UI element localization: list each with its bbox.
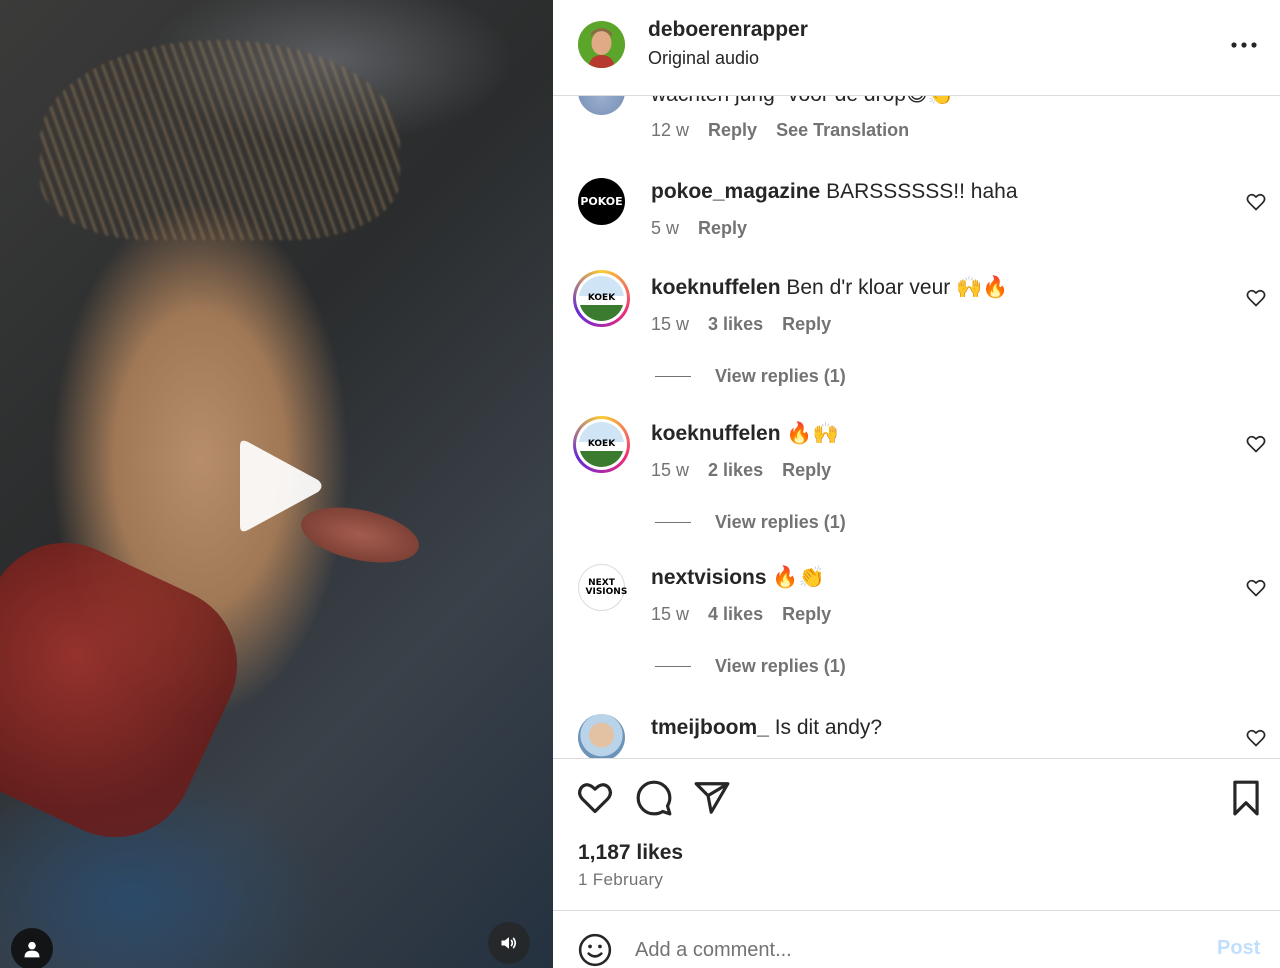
comment-body: pokoe_magazine BARSSSSSS!! haha bbox=[651, 180, 1018, 204]
comment-body: koeknuffelen 🔥🙌 bbox=[651, 422, 839, 446]
avatar-badge-text: POKOE bbox=[580, 195, 623, 208]
like-button-heart-icon[interactable] bbox=[576, 779, 614, 817]
comment-meta: 15 w 3 likes Reply bbox=[651, 314, 845, 335]
comment-meta: 15 w 4 likes Reply bbox=[651, 604, 845, 625]
comment-time: 5 w bbox=[651, 218, 680, 238]
comment-username[interactable]: koeknuffelen bbox=[651, 422, 781, 445]
like-comment-heart-icon[interactable] bbox=[1246, 288, 1266, 308]
commenter-avatar-story-ring[interactable]: KOEK bbox=[573, 416, 630, 473]
user-icon bbox=[24, 941, 40, 958]
comment-meta: 12 w Reply See Translation bbox=[651, 120, 923, 141]
comment-meta: 5 w Reply bbox=[651, 218, 761, 239]
emoji-icon[interactable] bbox=[578, 933, 612, 967]
post-date: 1 February bbox=[578, 870, 664, 889]
commenter-avatar[interactable]: NEXT VISIONS bbox=[578, 564, 628, 611]
audio-link[interactable]: Original audio bbox=[648, 48, 759, 69]
author-avatar[interactable] bbox=[578, 21, 625, 68]
more-options-button[interactable] bbox=[1229, 30, 1259, 60]
commenter-avatar[interactable] bbox=[578, 96, 625, 115]
view-replies-button[interactable]: View replies (1) bbox=[655, 656, 846, 677]
comment-time: 15 w bbox=[651, 460, 690, 480]
reply-button[interactable]: Reply bbox=[782, 604, 831, 624]
comment-text: wachten jung "voor de drop😅👏 bbox=[651, 96, 954, 107]
view-replies-button[interactable]: View replies (1) bbox=[655, 512, 846, 533]
comment-username[interactable]: pokoe_magazine bbox=[651, 180, 820, 203]
more-icon bbox=[1231, 42, 1257, 48]
avatar-badge-text: NEXT VISIONS bbox=[585, 577, 628, 597]
comment-time: 12 w bbox=[651, 120, 690, 140]
comment-likes[interactable]: 3 likes bbox=[708, 314, 763, 334]
share-button-send-icon[interactable] bbox=[693, 779, 731, 817]
replies-divider bbox=[655, 666, 691, 667]
comment-meta: 15 w 2 likes Reply bbox=[651, 460, 845, 481]
play-icon bbox=[240, 440, 322, 532]
comment-text: 🔥🙌 bbox=[780, 422, 839, 445]
commenter-avatar[interactable] bbox=[578, 714, 625, 758]
comment-body: nextvisions 🔥👏 bbox=[651, 566, 825, 590]
like-comment-heart-icon[interactable] bbox=[1246, 578, 1266, 598]
post-comment-button[interactable]: Post bbox=[1217, 937, 1260, 960]
avatar-badge-text: KOEK bbox=[587, 293, 616, 303]
author-username[interactable]: deboerenrapper bbox=[648, 18, 808, 42]
like-comment-heart-icon[interactable] bbox=[1246, 192, 1266, 212]
comments-list[interactable]: wachten jung "voor de drop😅👏 12 w Reply … bbox=[553, 96, 1280, 758]
comment-time: 15 w bbox=[651, 604, 690, 624]
speaker-icon bbox=[501, 937, 517, 949]
tagged-users-button[interactable] bbox=[11, 928, 53, 968]
avatar-image bbox=[578, 21, 625, 68]
comment-likes[interactable]: 4 likes bbox=[708, 604, 763, 624]
video-frame-detail bbox=[40, 40, 400, 240]
reply-button[interactable]: Reply bbox=[782, 460, 831, 480]
replies-divider bbox=[655, 376, 691, 377]
comment-body: tmeijboom_ Is dit andy? bbox=[651, 716, 882, 740]
comment-button-comment-icon[interactable] bbox=[635, 779, 673, 817]
comment-time: 15 w bbox=[651, 314, 690, 334]
comment-body: koeknuffelen Ben d'r kloar veur 🙌🔥 bbox=[651, 276, 1008, 300]
view-replies-label: View replies (1) bbox=[715, 656, 846, 676]
comment-text: Is dit andy? bbox=[768, 716, 883, 739]
post-sidebar: deboerenrapper Original audio wachten ju… bbox=[553, 0, 1280, 968]
comment-text: 🔥👏 bbox=[766, 566, 825, 589]
comment-text: Ben d'r kloar veur 🙌🔥 bbox=[780, 276, 1009, 299]
view-replies-label: View replies (1) bbox=[715, 512, 846, 532]
like-comment-heart-icon[interactable] bbox=[1246, 728, 1266, 748]
play-button[interactable] bbox=[226, 436, 326, 536]
likes-count[interactable]: 1,187 likes bbox=[578, 841, 683, 865]
comment-username[interactable]: tmeijboom_ bbox=[651, 716, 769, 739]
replies-divider bbox=[655, 522, 691, 523]
comment-username[interactable]: koeknuffelen bbox=[651, 276, 781, 299]
view-replies-label: View replies (1) bbox=[715, 366, 846, 386]
reply-button[interactable]: Reply bbox=[698, 218, 747, 238]
avatar-badge-text: KOEK bbox=[587, 439, 616, 449]
commenter-avatar-story-ring[interactable]: KOEK bbox=[573, 270, 630, 327]
comment-input[interactable] bbox=[635, 931, 1195, 968]
video-player[interactable] bbox=[0, 0, 553, 968]
save-button-bookmark-icon[interactable] bbox=[1227, 779, 1265, 817]
commenter-avatar[interactable]: POKOE bbox=[578, 178, 625, 225]
comment-composer: Post bbox=[553, 910, 1280, 968]
reply-button[interactable]: Reply bbox=[708, 120, 757, 140]
view-replies-button[interactable]: View replies (1) bbox=[655, 366, 846, 387]
comment-text: BARSSSSSS!! haha bbox=[820, 180, 1018, 203]
reply-button[interactable]: Reply bbox=[782, 314, 831, 334]
post-actions: 1,187 likes 1 February bbox=[553, 758, 1280, 910]
comment-likes[interactable]: 2 likes bbox=[708, 460, 763, 480]
like-comment-heart-icon[interactable] bbox=[1246, 434, 1266, 454]
sound-toggle-button[interactable] bbox=[488, 922, 530, 964]
see-translation-button[interactable]: See Translation bbox=[776, 120, 909, 140]
comment-username[interactable]: nextvisions bbox=[651, 566, 767, 589]
post-header: deboerenrapper Original audio bbox=[553, 0, 1280, 96]
video-frame-detail bbox=[0, 517, 263, 863]
